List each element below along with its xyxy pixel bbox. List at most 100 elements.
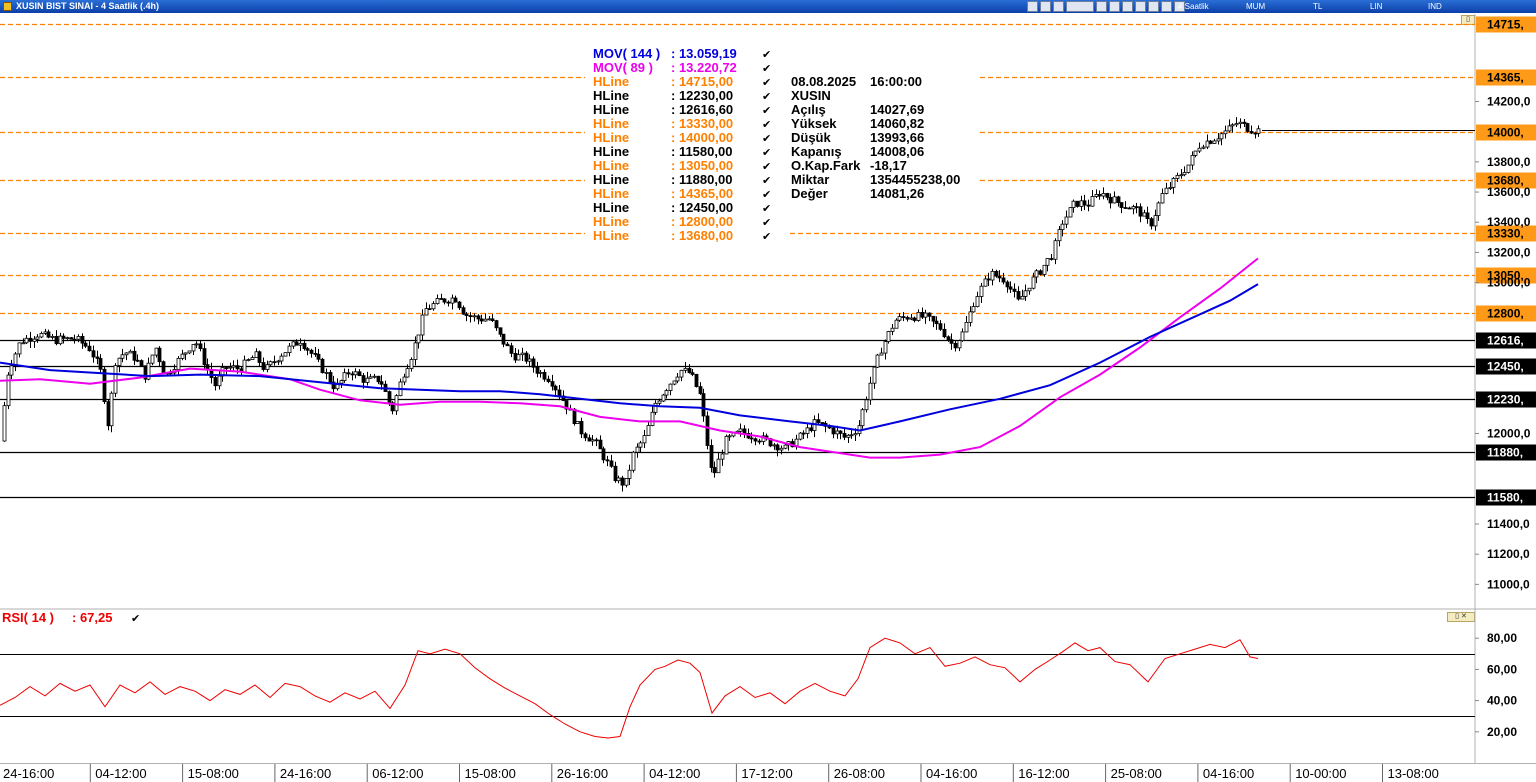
candle-body [1071, 200, 1076, 208]
candle-body [1034, 270, 1039, 278]
candle-body [538, 371, 543, 374]
candle-body [1138, 206, 1143, 217]
candle-body [80, 336, 85, 344]
candle-body [235, 365, 240, 370]
hline-label-9: 12230, [1487, 393, 1524, 407]
candle-body [213, 377, 218, 387]
mov89-line [0, 257, 1259, 459]
legend-value-8: : 13050,00 [671, 158, 733, 173]
candle-body [368, 376, 373, 379]
candle-body [716, 458, 721, 474]
candle-body [635, 446, 640, 453]
legend-name-12: HLine [593, 214, 629, 229]
candle-body [835, 430, 840, 435]
time-tick-label-1: 04-12:00 [95, 766, 146, 781]
candle-body [1190, 155, 1195, 166]
candle-body [109, 392, 114, 427]
legend-value-13: : 13680,00 [671, 228, 733, 243]
price-tick-label-1: 13800,0 [1487, 155, 1531, 169]
legend-name-4: HLine [593, 102, 629, 117]
candles [2, 117, 1475, 492]
candle-body [809, 427, 814, 431]
candle-body [1193, 150, 1198, 156]
candle-body [261, 362, 266, 370]
candle-body [1245, 123, 1250, 132]
candle-body [128, 350, 133, 354]
candle-body [487, 318, 492, 321]
candle-body [17, 342, 22, 355]
candle-body [246, 359, 251, 361]
info-label-2: Düşük [791, 130, 832, 145]
candle-body [1186, 164, 1191, 173]
candle-body [339, 380, 344, 384]
candle-body [361, 375, 366, 383]
candle-body [1223, 130, 1228, 135]
candle-body [1197, 147, 1202, 152]
candle-body [498, 327, 503, 335]
candle-body [283, 352, 288, 357]
candle-body [1171, 177, 1176, 188]
candle-body [953, 342, 958, 349]
candle-body [346, 372, 351, 375]
candle-body [1179, 174, 1184, 177]
candle-body [1238, 121, 1243, 125]
info-value-2: 13993,66 [870, 130, 924, 145]
candle-body [1064, 216, 1069, 225]
candle-body [224, 367, 229, 369]
candle-body [1164, 187, 1169, 194]
candle-body [254, 351, 259, 358]
candle-body [9, 365, 14, 376]
candle-body [587, 437, 592, 442]
info-label-1: Yüksek [791, 116, 837, 131]
candle-body [28, 337, 33, 342]
candle-body [720, 453, 725, 460]
candle-body [1075, 200, 1080, 207]
candle-body [613, 465, 618, 482]
candle-body [1216, 138, 1221, 142]
candle-body [1038, 270, 1043, 275]
candle-body [749, 437, 754, 440]
candle-body [435, 298, 440, 305]
candle-body [842, 432, 847, 438]
chart-canvas: 80,00 60,00 40,00 20,00 RSI( 14 ): 67,25 ✔ 14… [0, 14, 1536, 782]
candle-body [1256, 128, 1261, 134]
legend-value-9: : 11880,00 [671, 172, 732, 187]
candle-body [553, 385, 558, 391]
candle-body [453, 297, 458, 303]
legend-value-12: : 12800,00 [671, 214, 733, 229]
candle-body [442, 298, 447, 303]
candle-body [505, 343, 510, 347]
candle-body [664, 390, 669, 396]
candle-body [61, 335, 66, 339]
candle-body [228, 366, 233, 369]
candle-body [268, 361, 273, 366]
candle-body [964, 322, 969, 333]
candle-body [194, 343, 199, 346]
info-label-6: Değer [791, 186, 828, 201]
candle-body [265, 364, 270, 370]
candle-body [450, 297, 455, 304]
candle-body [520, 352, 525, 356]
candle-body [32, 338, 37, 342]
candle-body [1023, 290, 1028, 297]
candle-body [287, 345, 292, 354]
candle-body [971, 306, 976, 313]
candle-body [690, 372, 695, 375]
candle-body [457, 301, 462, 309]
time-tick-label-4: 06-12:00 [372, 766, 423, 781]
candle-body [1101, 193, 1106, 197]
candle-body [942, 328, 947, 338]
candle-body [979, 285, 984, 297]
time-tick-label-2: 15-08:00 [188, 766, 239, 781]
candle-body [1068, 207, 1073, 218]
candle-body [594, 439, 599, 442]
candle-body [139, 360, 144, 367]
info-label-4: O.Kap.Fark [791, 158, 861, 173]
candle-body [187, 350, 192, 354]
time-tick-label-7: 04-12:00 [649, 766, 700, 781]
candle-body [365, 377, 370, 383]
candle-body [2, 405, 7, 442]
candle-body [897, 316, 902, 321]
candle-body [1097, 193, 1102, 197]
candle-body [853, 433, 858, 436]
